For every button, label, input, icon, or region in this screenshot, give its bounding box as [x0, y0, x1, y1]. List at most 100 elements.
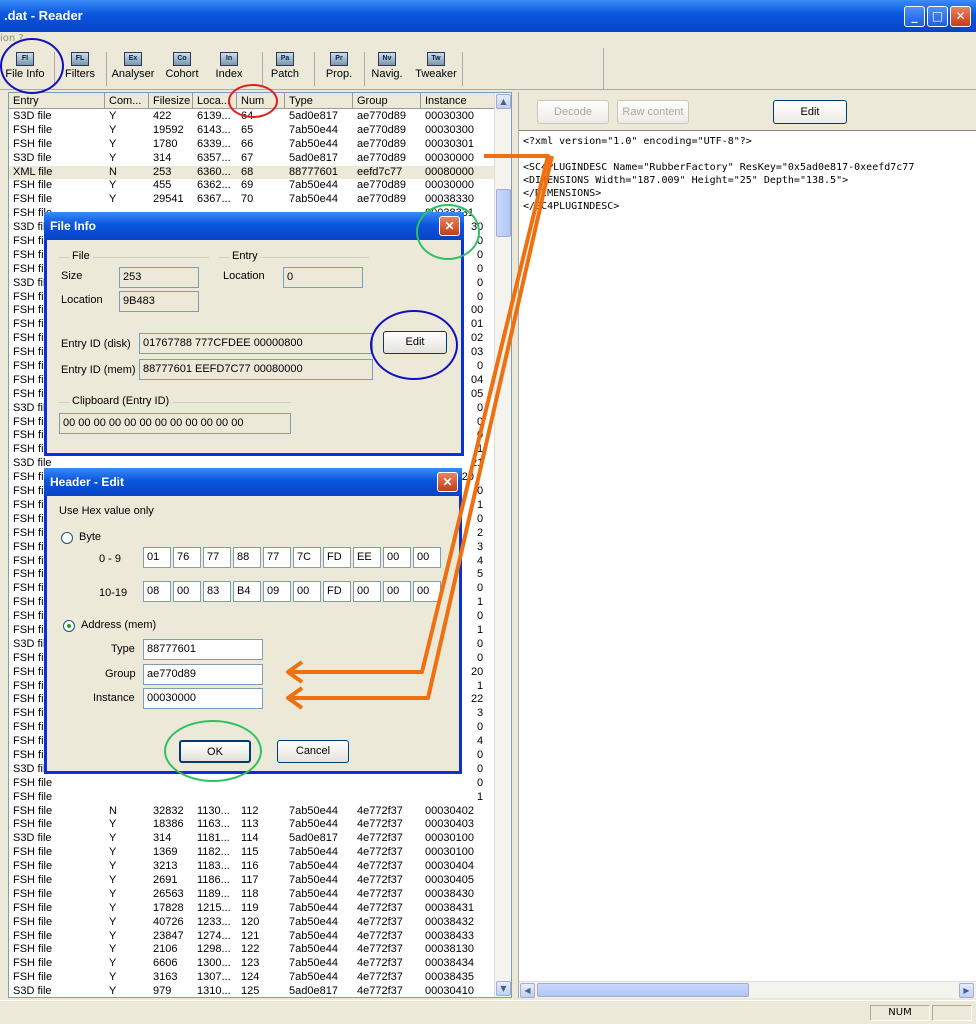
table-row[interactable]: FSH file Y 40726 1233... 120 7ab50e44 4e772f37…: [9, 916, 495, 930]
header-edit-close-icon[interactable]: ✕: [437, 472, 458, 492]
column-header-7[interactable]: Instance: [421, 93, 495, 109]
toolbar-navig-button[interactable]: Nv Navig.: [370, 50, 404, 88]
hex-byte-input[interactable]: 00: [413, 547, 441, 568]
toolbar-index-button[interactable]: In Index: [212, 50, 246, 88]
hex-byte-input[interactable]: 00: [173, 581, 201, 602]
column-header-5[interactable]: Type: [285, 93, 353, 109]
table-cell: 120: [241, 915, 260, 928]
table-cell: 4e772f37: [357, 929, 403, 942]
table-cell: 1130...: [197, 804, 230, 817]
group-input[interactable]: ae770d89: [143, 664, 263, 685]
hex-byte-input[interactable]: 77: [203, 547, 231, 568]
scroll-down-icon[interactable]: ▼: [496, 981, 511, 996]
table-row[interactable]: FSH file Y 17828 1215... 119 7ab50e44 4e772f37…: [9, 902, 495, 916]
menu-bar[interactable]: ion ?: [0, 32, 976, 46]
title-bar[interactable]: .dat - Reader _ □ ✕: [0, 0, 976, 32]
toolbar-tweaker-button[interactable]: Tw Tweaker: [414, 50, 458, 88]
maximize-button[interactable]: □: [927, 6, 948, 27]
hex-byte-input[interactable]: FD: [323, 581, 351, 602]
table-row[interactable]: FSH file Y 6606 1300... 123 7ab50e44 4e772f37 0…: [9, 957, 495, 971]
content-panel: Decode Raw content Edit <?xml version="1…: [518, 92, 976, 998]
raw-content-button[interactable]: Raw content: [617, 100, 689, 124]
table-cell: 0: [477, 415, 484, 428]
type-input[interactable]: 88777601: [143, 639, 263, 660]
scroll-thumb[interactable]: [496, 189, 511, 237]
table-cell: 1: [477, 498, 484, 511]
hex-byte-input[interactable]: 08: [143, 581, 171, 602]
content-hscrollbar[interactable]: ◀ ▶: [519, 981, 976, 998]
table-row[interactable]: FSH file Y 455 6362... 69 7ab50e44 ae770d89 000…: [9, 179, 495, 193]
table-row[interactable]: FSH file Y 26563 1189... 118 7ab50e44 4e772f37…: [9, 888, 495, 902]
minimize-button[interactable]: _: [904, 6, 925, 27]
table-cell: Y: [109, 873, 117, 886]
hex-byte-input[interactable]: 77: [263, 547, 291, 568]
toolbar-prop-button[interactable]: Pr Prop.: [322, 50, 356, 88]
instance-input[interactable]: 00030000: [143, 688, 263, 709]
file-group-label: File: [69, 250, 93, 262]
table-cell: ae770d89: [357, 137, 406, 150]
table-row[interactable]: FSH file Y 2106 1298... 122 7ab50e44 4e772f37 0…: [9, 943, 495, 957]
scroll-right-icon[interactable]: ▶: [959, 983, 974, 998]
hex-byte-input[interactable]: FD: [323, 547, 351, 568]
hex-byte-input[interactable]: 00: [383, 547, 411, 568]
table-cell: 124: [241, 971, 260, 984]
table-row[interactable]: FSH file 1: [9, 791, 495, 805]
column-header-0[interactable]: Entry: [9, 93, 105, 109]
toolbar-analyser-button[interactable]: Ex Analyser: [110, 50, 156, 88]
column-header-1[interactable]: Com...: [105, 93, 149, 109]
toolbar-label: Prop.: [325, 68, 353, 80]
hscroll-thumb[interactable]: [537, 983, 749, 997]
table-row[interactable]: FSH file 0: [9, 777, 495, 791]
hex-byte-input[interactable]: 88: [233, 547, 261, 568]
table-row[interactable]: S3D file Y 314 1181... 114 5ad0e817 4e772f37 00…: [9, 832, 495, 846]
table-row[interactable]: S3D file Y 314 6357... 67 5ad0e817 ae770d89 000…: [9, 152, 495, 166]
hex-byte-input[interactable]: 7C: [293, 547, 321, 568]
toolbar-cohort-button[interactable]: Co Cohort: [162, 50, 202, 88]
table-row[interactable]: XML file N 253 6360... 68 88777601 eefd7c77 000…: [9, 165, 495, 180]
cancel-button[interactable]: Cancel: [277, 740, 349, 763]
table-cell: 29541: [153, 193, 184, 206]
hex-byte-input[interactable]: 09: [263, 581, 291, 602]
table-row[interactable]: FSH file Y 23847 1274... 121 7ab50e44 4e772f37…: [9, 930, 495, 944]
column-header-6[interactable]: Group: [353, 93, 421, 109]
table-row[interactable]: FSH file Y 29541 6367... 70 7ab50e44 ae770d89 0…: [9, 193, 495, 207]
table-row[interactable]: FSH file Y 1369 1182... 115 7ab50e44 4e772f37 0…: [9, 846, 495, 860]
toolbar-icon: FL: [71, 52, 89, 66]
address-radio[interactable]: [63, 620, 75, 632]
toolbar-patch-button[interactable]: Pa Patch: [268, 50, 302, 88]
table-cell: 116: [241, 860, 259, 873]
edit-content-button[interactable]: Edit: [773, 100, 847, 124]
table-cell: 00030402: [425, 804, 474, 817]
annotation-circle-file-info: [0, 38, 64, 94]
xml-text-view[interactable]: <?xml version="1.0" encoding="UTF-8"?> <…: [519, 130, 976, 998]
table-row[interactable]: FSH file Y 19592 6143... 65 7ab50e44 ae770d89 0…: [9, 124, 495, 138]
table-row[interactable]: S3D file Y 979 1310... 125 5ad0e817 4e772f37 00…: [9, 985, 495, 997]
list-scrollbar[interactable]: ▲ ▼: [494, 93, 511, 997]
file-info-title: File Info: [44, 212, 464, 240]
hex-byte-input[interactable]: 00: [413, 581, 441, 602]
hex-byte-input[interactable]: 01: [143, 547, 171, 568]
table-row[interactable]: FSH file Y 3213 1183... 116 7ab50e44 4e772f37 0…: [9, 860, 495, 874]
table-row[interactable]: FSH file N 32832 1130... 112 7ab50e44 4e772f37…: [9, 805, 495, 819]
table-cell: 7ab50e44: [289, 818, 338, 831]
scroll-left-icon[interactable]: ◀: [520, 983, 535, 998]
table-cell: ae770d89: [357, 110, 406, 122]
column-header-2[interactable]: Filesize: [149, 93, 193, 109]
hex-byte-input[interactable]: EE: [353, 547, 381, 568]
hex-byte-input[interactable]: 83: [203, 581, 231, 602]
table-row[interactable]: FSH file Y 2691 1186... 117 7ab50e44 4e772f37 0…: [9, 874, 495, 888]
hex-byte-input[interactable]: 76: [173, 547, 201, 568]
close-button[interactable]: ✕: [950, 6, 971, 27]
hex-byte-input[interactable]: 00: [293, 581, 321, 602]
byte-radio[interactable]: [61, 532, 73, 544]
table-row[interactable]: FSH file Y 3163 1307... 124 7ab50e44 4e772f37 0…: [9, 971, 495, 985]
toolbar-filters-button[interactable]: FL Filters: [60, 50, 100, 88]
table-row[interactable]: FSH file Y 1780 6339... 66 7ab50e44 ae770d89 00…: [9, 138, 495, 152]
table-row[interactable]: FSH file Y 18386 1163... 113 7ab50e44 4e772f37…: [9, 818, 495, 832]
hex-byte-input[interactable]: B4: [233, 581, 261, 602]
scroll-up-icon[interactable]: ▲: [496, 94, 511, 109]
hex-byte-input[interactable]: 00: [353, 581, 381, 602]
clipboard-group-label: Clipboard (Entry ID): [69, 395, 173, 407]
decode-button[interactable]: Decode: [537, 100, 609, 124]
hex-byte-input[interactable]: 00: [383, 581, 411, 602]
